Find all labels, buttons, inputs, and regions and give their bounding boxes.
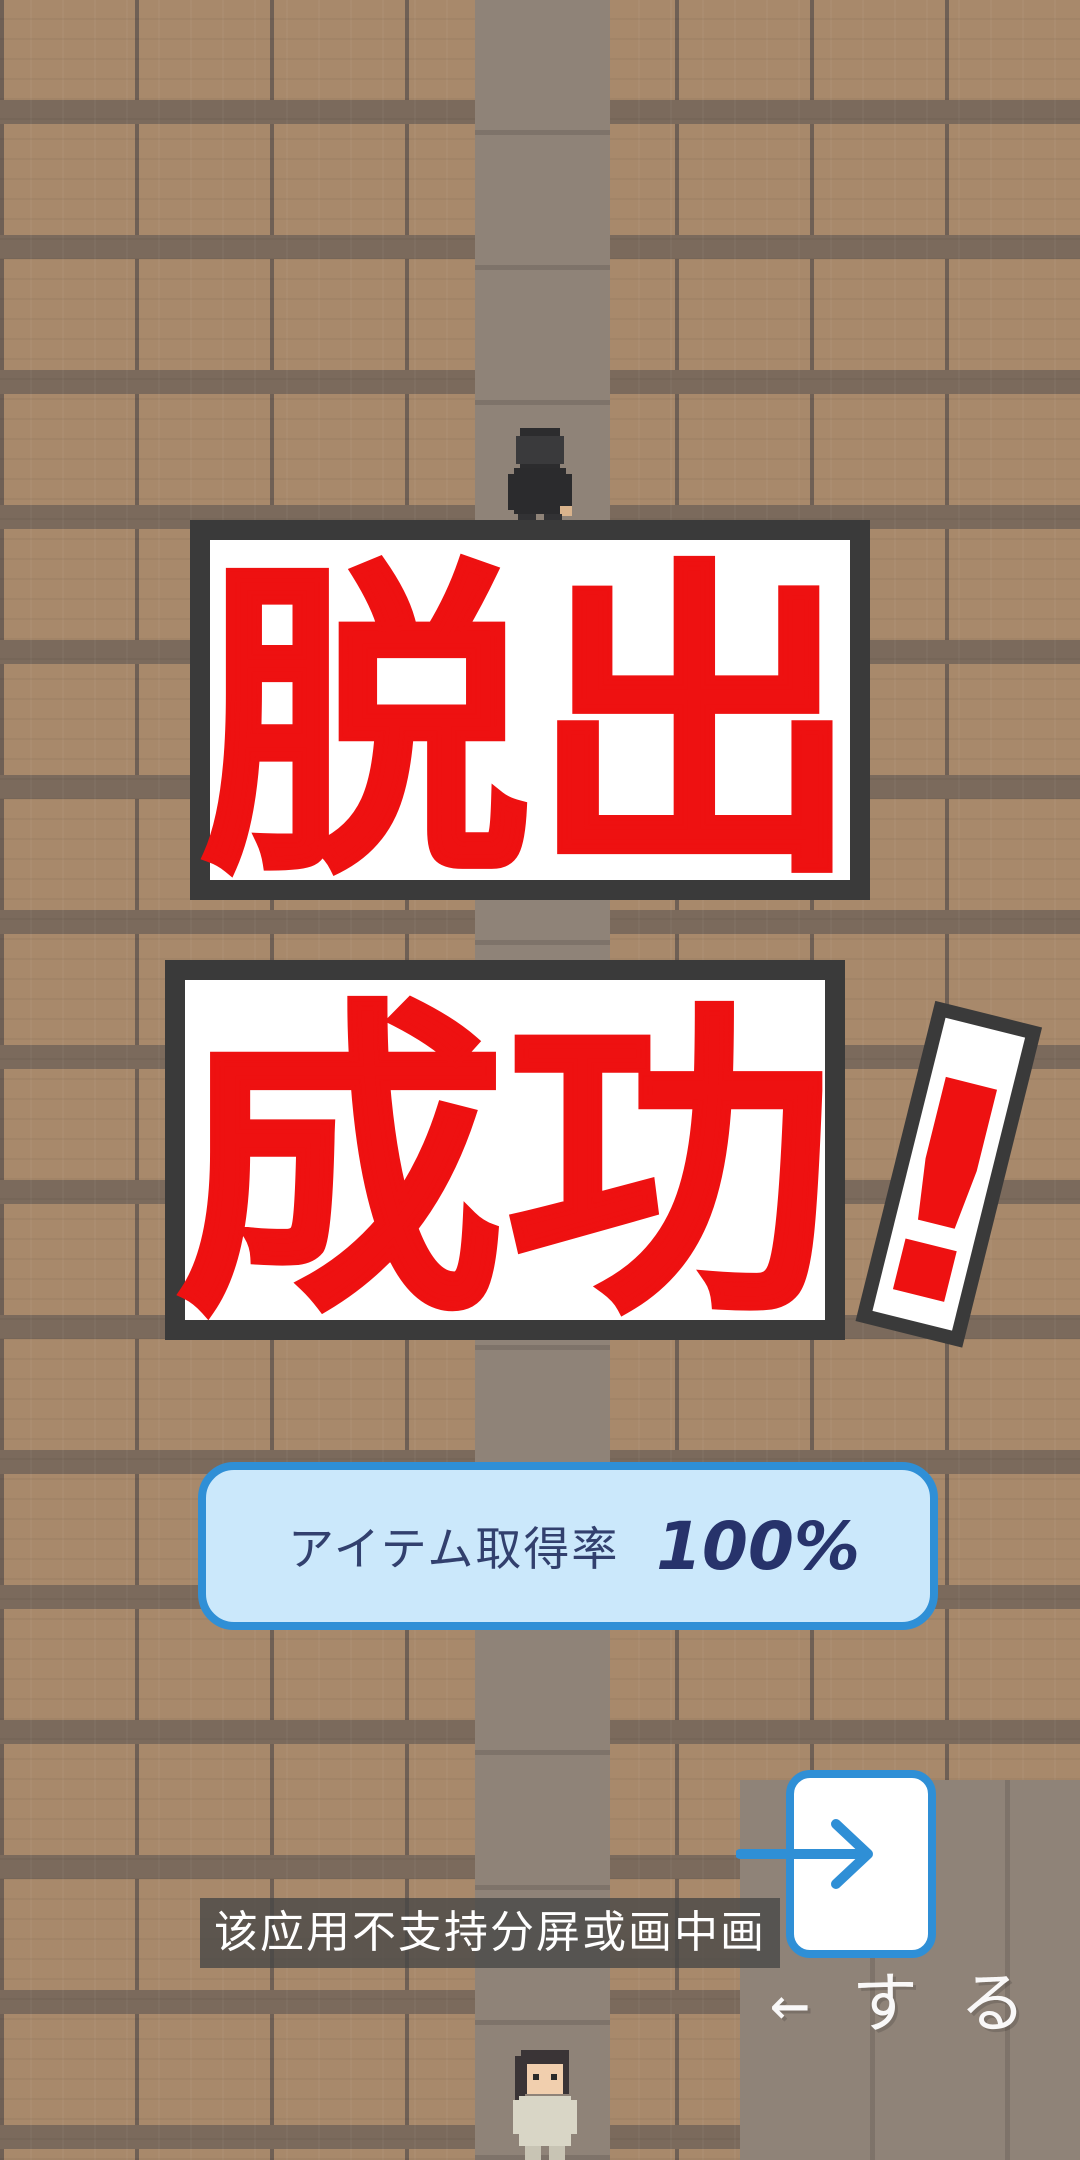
hint-text: ←する [770,1965,1068,2042]
title-text-success: 成功 [175,974,835,1358]
title-text-exclamation: ! [835,1009,1052,1381]
item-rate-label: アイテム取得率 [288,1522,620,1576]
game-screen: 脱出 成功 ! アイテム取得率 100% ←する 该应用不支持分屏或画中画 [0,0,1080,2160]
title-text-escape: 脱出 [200,534,860,918]
system-toast: 该应用不支持分屏或画中画 [200,1898,780,1968]
item-rate-value: 100% [656,1507,860,1585]
title-line1: 脱出 [190,520,870,920]
escape-success-title: 脱出 成功 ! [165,520,1052,1381]
title-exclamation: ! [835,1000,1052,1381]
npc-character [513,2050,577,2160]
title-line2: 成功 [165,960,845,1360]
item-rate-panel: アイテム取得率 100% [198,1462,938,1630]
arrow-right-icon [736,1819,873,1889]
